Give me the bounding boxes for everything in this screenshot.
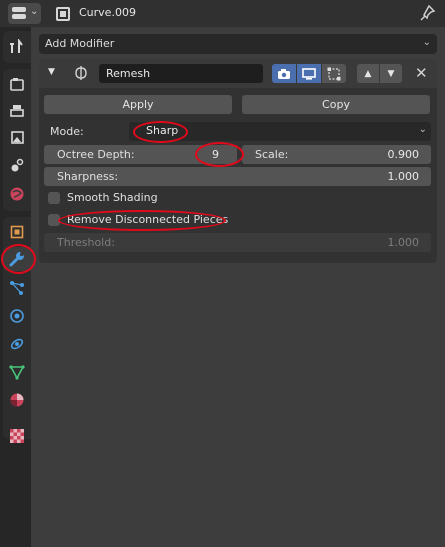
tab-material[interactable]: [5, 388, 29, 412]
triangle-up-icon: ▲: [364, 68, 372, 79]
move-down-button[interactable]: ▼: [380, 64, 402, 83]
checker-texture-icon: [10, 429, 24, 443]
copy-button[interactable]: Copy: [242, 95, 430, 114]
image-layers-icon: [11, 131, 24, 144]
scene-icon: [11, 158, 24, 172]
chevron-down-icon: ⌄: [422, 37, 431, 48]
sharpness-label: Sharpness:: [57, 170, 119, 183]
viewport-toggle[interactable]: [297, 64, 321, 83]
octree-depth-field[interactable]: Octree Depth: 9: [44, 145, 237, 164]
tab-render[interactable]: [5, 72, 29, 96]
move-up-button[interactable]: ▲: [357, 64, 379, 83]
camera-icon: [278, 68, 290, 79]
tab-physics[interactable]: [5, 304, 29, 328]
monitor-icon: [302, 67, 316, 80]
threshold-field: Threshold: 1.000: [44, 233, 431, 252]
threshold-label: Threshold:: [57, 236, 115, 249]
mode-dropdown[interactable]: Sharp ⌄: [129, 122, 431, 141]
sharpness-value: 1.000: [387, 170, 420, 183]
material-icon: [10, 393, 24, 407]
properties-tab-strip: [0, 27, 31, 547]
tab-modifier[interactable]: [3, 247, 31, 271]
object-icon: [10, 225, 24, 239]
smooth-shading-checkbox[interactable]: [48, 192, 60, 204]
tab-object[interactable]: [5, 220, 29, 244]
remove-disconnected-label[interactable]: Remove Disconnected Pieces: [67, 213, 228, 226]
scale-value: 0.900: [387, 148, 420, 161]
remove-disconnected-checkbox[interactable]: [48, 214, 60, 226]
object-name: Curve.009: [79, 6, 136, 19]
mode-label: Mode:: [50, 125, 84, 138]
tab-view-layer[interactable]: [5, 126, 29, 150]
octree-depth-label: Octree Depth:: [57, 148, 135, 161]
edit-mode-icon: [327, 67, 341, 80]
object-icon: [56, 7, 70, 21]
octree-depth-value: 9: [212, 148, 219, 161]
sharpness-field[interactable]: Sharpness: 1.000: [44, 167, 431, 186]
add-modifier-label: Add Modifier: [45, 37, 115, 50]
physics-icon: [10, 309, 24, 323]
close-icon[interactable]: ✕: [415, 64, 428, 82]
tab-tool[interactable]: [5, 35, 29, 59]
threshold-value: 1.000: [387, 236, 420, 249]
collapse-arrow-icon[interactable]: ▼: [48, 67, 55, 77]
particles-icon: [10, 281, 24, 295]
add-modifier-dropdown[interactable]: Add Modifier ⌄: [39, 34, 437, 54]
tab-texture[interactable]: [5, 424, 29, 448]
camera-back-icon: [10, 78, 24, 91]
tab-constraints[interactable]: [5, 332, 29, 356]
remesh-modifier-panel: ▼ Remesh ▲ ▼ ✕ Apply Copy Mode: Sharp ⌄ …: [39, 59, 437, 263]
printer-icon: [10, 105, 24, 117]
properties-editor-icon: [12, 7, 26, 20]
constraints-icon: [10, 338, 24, 350]
world-icon: [10, 187, 24, 201]
mode-value: Sharp: [146, 124, 179, 137]
chevron-down-icon: ⌄: [418, 124, 427, 135]
properties-header: ⌄ Curve.009: [0, 0, 445, 27]
curve-data-icon: [9, 365, 25, 380]
wrench-icon: [9, 252, 24, 267]
tab-object-data[interactable]: [5, 360, 29, 384]
smooth-shading-label[interactable]: Smooth Shading: [67, 191, 158, 204]
modifier-header: ▼ Remesh ▲ ▼ ✕: [39, 59, 437, 88]
render-toggle[interactable]: [272, 64, 296, 83]
triangle-down-icon: ▼: [387, 68, 395, 79]
tool-icon: [10, 39, 23, 53]
edit-mode-toggle[interactable]: [322, 64, 346, 83]
tab-output[interactable]: [5, 99, 29, 123]
scale-field[interactable]: Scale: 0.900: [242, 145, 431, 164]
pin-icon[interactable]: [420, 4, 436, 22]
tab-particles[interactable]: [5, 276, 29, 300]
modifier-name: Remesh: [106, 67, 151, 80]
remesh-modifier-icon: [75, 66, 87, 80]
scale-label: Scale:: [255, 148, 289, 161]
modifier-name-field[interactable]: Remesh: [99, 64, 263, 83]
chevron-down-icon: ⌄: [30, 6, 39, 17]
apply-button[interactable]: Apply: [44, 95, 232, 114]
tab-world[interactable]: [5, 182, 29, 206]
editor-type-button[interactable]: ⌄: [8, 3, 41, 24]
tab-scene[interactable]: [5, 153, 29, 177]
